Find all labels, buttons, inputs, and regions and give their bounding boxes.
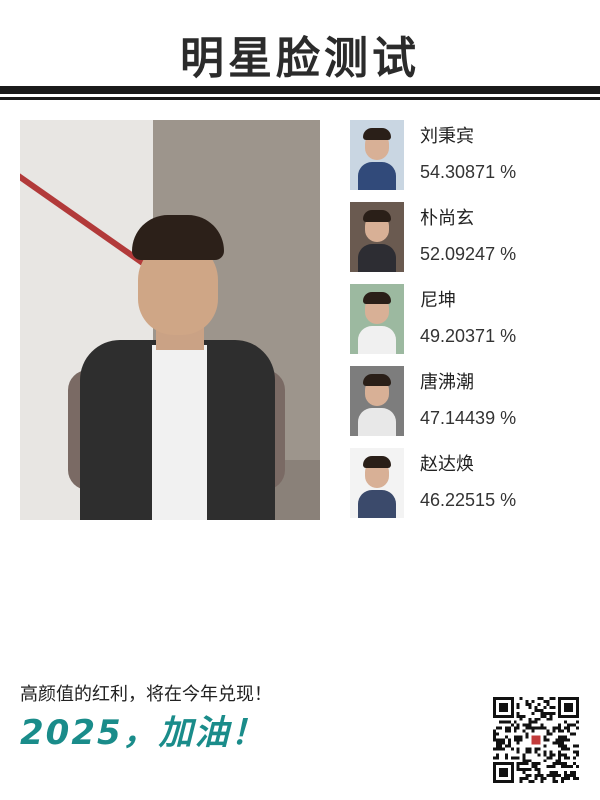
match-thumbnail	[350, 366, 404, 436]
photo-hair	[132, 215, 224, 260]
match-name: 唐沸潮	[420, 372, 474, 393]
match-thumbnail	[350, 202, 404, 272]
match-score: 54.30871 %	[420, 162, 517, 182]
cheer-text: 2025，加油！	[20, 713, 267, 753]
header: 明星脸测试	[0, 0, 600, 110]
match-thumbnail	[350, 120, 404, 190]
match-score: 52.09247 %	[420, 244, 517, 264]
photo-tshirt	[152, 345, 207, 520]
match-thumbnail	[350, 284, 404, 354]
header-rule-thick	[0, 86, 600, 94]
match-item[interactable]: 唐沸潮 47.14439 %	[350, 366, 600, 438]
page-title: 明星脸测试	[180, 33, 420, 84]
user-photo	[20, 120, 320, 520]
match-name: 赵达焕	[420, 454, 474, 475]
match-score: 46.22515 %	[420, 490, 517, 510]
match-item[interactable]: 朴尚玄 52.09247 %	[350, 202, 600, 274]
match-item[interactable]: 尼坤 49.20371 %	[350, 284, 600, 356]
match-score: 49.20371 %	[420, 326, 517, 346]
header-rule-thin	[0, 97, 600, 100]
match-item[interactable]: 刘秉宾 54.30871 %	[350, 120, 600, 192]
match-item[interactable]: 赵达焕 46.22515 %	[350, 448, 600, 520]
match-name: 刘秉宾	[420, 126, 474, 147]
match-thumbnail	[350, 448, 404, 518]
slogan-text: 高颜值的红利，将在今年兑现！	[20, 684, 272, 705]
match-name: 朴尚玄	[420, 208, 474, 229]
match-score: 47.14439 %	[420, 408, 517, 428]
match-name: 尼坤	[420, 290, 456, 311]
qr-code-icon[interactable]	[493, 697, 579, 783]
